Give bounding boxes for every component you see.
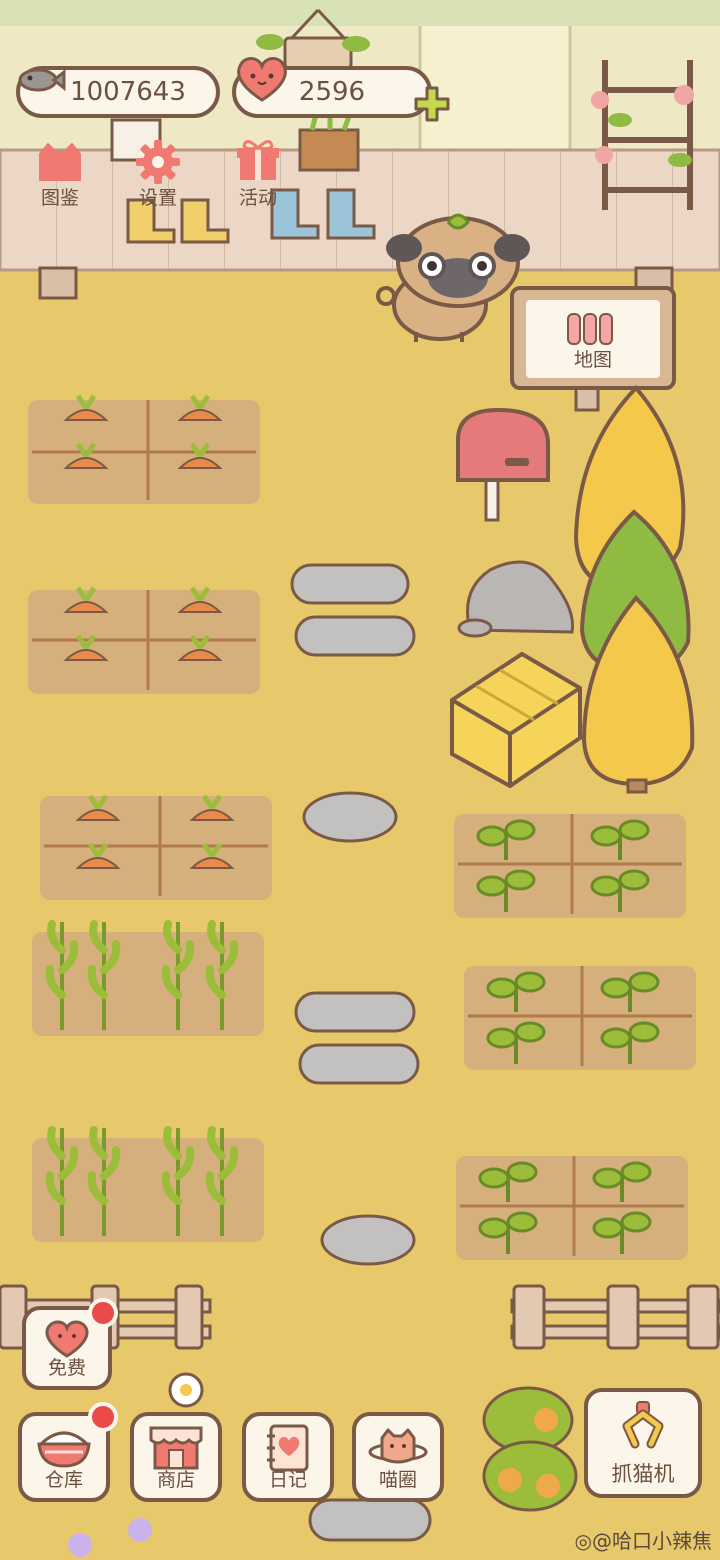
heart-currency-display: 2596	[232, 57, 432, 118]
map-button[interactable]: 地图	[526, 300, 660, 378]
stepping-stones	[290, 563, 432, 1542]
shop-button[interactable]: 商店	[130, 1412, 222, 1502]
sprout-plot-3	[456, 1156, 688, 1260]
fence-right	[510, 1284, 720, 1350]
watermark: ◎@哈口小辣焦	[575, 1525, 712, 1554]
carrot-plot-2	[28, 586, 260, 694]
diary-label: 日记	[268, 1469, 307, 1491]
hay-bale	[450, 651, 582, 789]
map-label: 地图	[573, 349, 612, 371]
sprout-plot-2	[464, 966, 696, 1070]
warehouse-label: 仓库	[44, 1469, 83, 1491]
shop-label: 商店	[156, 1469, 195, 1491]
settings-button[interactable]: 设置	[112, 122, 204, 214]
meow-circle-button[interactable]: 喵圈	[352, 1412, 444, 1502]
mailbox	[456, 407, 550, 522]
settings-label: 设置	[138, 187, 177, 209]
collection-button[interactable]: 图鉴	[14, 122, 106, 214]
events-button[interactable]: 活动	[212, 122, 304, 214]
heart-amount: 2596	[298, 77, 366, 107]
carrot-plot-3	[40, 794, 272, 900]
claw-machine-label: 抓猫机	[611, 1462, 675, 1486]
sprout-plot-1	[454, 814, 686, 918]
trees-decoration	[573, 385, 695, 794]
plus-icon	[414, 86, 450, 122]
gift-icon	[237, 140, 279, 180]
diary-button[interactable]: 日记	[242, 1412, 334, 1502]
fish-amount: 1007643	[70, 77, 186, 107]
cat-face-icon	[39, 143, 81, 181]
collection-label: 图鉴	[40, 187, 79, 209]
weibo-icon: ◎	[574, 1529, 592, 1553]
shop-icon	[149, 1426, 203, 1470]
heart-face-icon	[45, 1320, 89, 1358]
events-label: 活动	[238, 187, 277, 209]
claw-icon	[622, 1401, 664, 1449]
carrot-plot-1	[28, 394, 260, 504]
gear-icon	[136, 140, 180, 184]
free-gift-notification-dot	[88, 1298, 118, 1328]
rice-bowl-icon	[37, 1431, 91, 1468]
claw-machine-button[interactable]: 抓猫机	[584, 1388, 702, 1498]
planet-cat-icon	[368, 1428, 428, 1464]
watermark-text: @哈口小辣焦	[592, 1529, 712, 1553]
add-currency-button[interactable]	[412, 84, 452, 124]
free-gift-label: 免费	[47, 1357, 86, 1379]
fish-currency-display: 1007643	[16, 66, 220, 118]
corn-plot-1	[32, 920, 264, 1036]
porch-deck	[0, 148, 720, 272]
rock	[457, 560, 575, 638]
warehouse-notification-dot	[88, 1402, 118, 1432]
meow-circle-label: 喵圈	[378, 1469, 417, 1491]
corn-plot-2	[32, 1126, 264, 1242]
